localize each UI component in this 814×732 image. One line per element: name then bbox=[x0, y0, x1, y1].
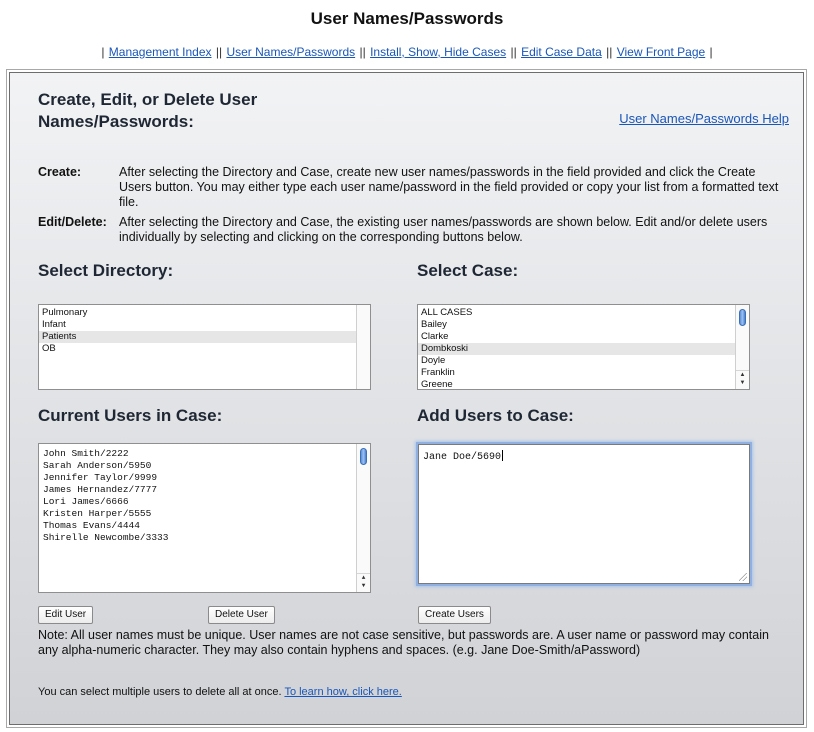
scroll-arrows-icon[interactable]: ▲ ▼ bbox=[736, 370, 749, 389]
add-users-heading: Add Users to Case: bbox=[417, 406, 574, 425]
panel-heading: Create, Edit, or Delete User Names/Passw… bbox=[38, 90, 258, 131]
directory-option[interactable]: OB bbox=[39, 343, 356, 355]
case-listbox[interactable]: ALL CASES Bailey Clarke Dombkoski Doyle Frank… bbox=[417, 304, 750, 390]
nav-link-edit-case-data[interactable]: Edit Case Data bbox=[521, 45, 602, 59]
resize-grip-icon[interactable] bbox=[739, 573, 747, 581]
directory-listbox[interactable]: Pulmonary Infant Patients OB bbox=[38, 304, 371, 390]
case-option[interactable]: Dombkoski bbox=[418, 343, 735, 355]
directory-option[interactable]: Patients bbox=[39, 331, 356, 343]
edit-delete-label: Edit/Delete: bbox=[38, 215, 107, 229]
nav-link-user-names-passwords[interactable]: User Names/Passwords bbox=[226, 45, 355, 59]
case-option[interactable]: Clarke bbox=[418, 331, 735, 343]
case-scrollbar[interactable]: ▲ ▼ bbox=[735, 305, 749, 389]
users-scrollbar[interactable]: ▲ ▼ bbox=[356, 444, 370, 592]
case-scroll-thumb[interactable] bbox=[739, 309, 746, 326]
help-link[interactable]: User Names/Passwords Help bbox=[619, 111, 789, 126]
delete-user-button[interactable]: Delete User bbox=[208, 606, 275, 624]
directory-option[interactable]: Pulmonary bbox=[39, 307, 356, 319]
page-title: User Names/Passwords bbox=[310, 9, 504, 28]
select-case-heading: Select Case: bbox=[417, 261, 519, 280]
case-option[interactable]: Franklin bbox=[418, 367, 735, 379]
edit-delete-text: After selecting the Directory and Case, … bbox=[119, 215, 768, 244]
add-users-value: Jane Doe/5690 bbox=[423, 452, 502, 463]
multi-delete-footnote: You can select multiple users to delete … bbox=[38, 685, 402, 699]
add-users-textarea[interactable]: Jane Doe/5690 bbox=[418, 444, 750, 584]
top-navigation: | Management Index || User Names/Passwor… bbox=[101, 45, 713, 59]
user-list-item[interactable]: Lori James/6666 bbox=[39, 496, 356, 508]
scroll-arrows-icon[interactable]: ▲ ▼ bbox=[357, 573, 370, 592]
nav-link-view-front-page[interactable]: View Front Page bbox=[617, 45, 706, 59]
nav-link-management-index[interactable]: Management Index bbox=[109, 45, 212, 59]
user-list-item[interactable]: Jennifer Taylor/9999 bbox=[39, 472, 356, 484]
user-list-item[interactable]: Sarah Anderson/5950 bbox=[39, 460, 356, 472]
case-option[interactable]: ALL CASES bbox=[418, 307, 735, 319]
uniqueness-note: Note: All user names must be unique. Use… bbox=[38, 628, 769, 657]
current-users-listbox[interactable]: John Smith/2222 Sarah Anderson/5950 Jennif… bbox=[38, 443, 371, 593]
user-list-item[interactable]: John Smith/2222 bbox=[39, 448, 356, 460]
directory-scrollbar[interactable] bbox=[356, 305, 370, 389]
directory-option[interactable]: Infant bbox=[39, 319, 356, 331]
footnote-text: You can select multiple users to delete … bbox=[38, 686, 282, 698]
create-users-button[interactable]: Create Users bbox=[418, 606, 491, 624]
nav-link-install-show-hide-cases[interactable]: Install, Show, Hide Cases bbox=[370, 45, 506, 59]
learn-how-link[interactable]: To learn how, click here. bbox=[284, 686, 401, 698]
select-directory-heading: Select Directory: bbox=[38, 261, 174, 280]
case-option[interactable]: Bailey bbox=[418, 319, 735, 331]
user-list-item[interactable]: Thomas Evans/4444 bbox=[39, 520, 356, 532]
users-scroll-thumb[interactable] bbox=[360, 448, 367, 465]
case-option[interactable]: Greene bbox=[418, 379, 735, 389]
edit-user-button[interactable]: Edit User bbox=[38, 606, 94, 624]
user-list-item[interactable]: James Hernandez/7777 bbox=[39, 484, 356, 496]
create-label: Create: bbox=[38, 165, 82, 179]
create-text: After selecting the Directory and Case, … bbox=[119, 165, 779, 209]
user-list-item[interactable]: Kristen Harper/5555 bbox=[39, 508, 356, 520]
case-option[interactable]: Doyle bbox=[418, 355, 735, 367]
user-list-item[interactable]: Shirelle Newcombe/3333 bbox=[39, 532, 356, 544]
user-management-panel: Create, Edit, or Delete User Names/Passw… bbox=[6, 69, 807, 728]
current-users-heading: Current Users in Case: bbox=[38, 406, 223, 425]
